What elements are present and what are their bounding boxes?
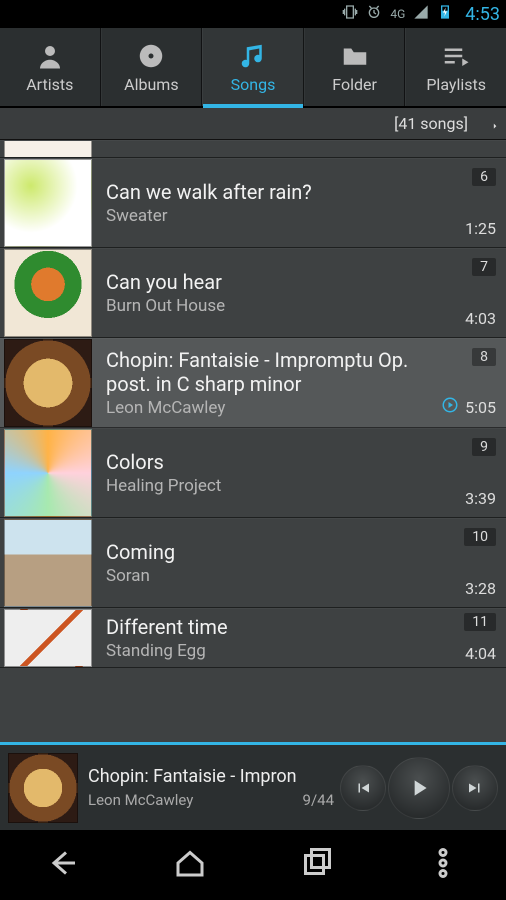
alarm-icon (366, 4, 382, 24)
list-item[interactable]: Different time Standing Egg 11 4:04 (0, 608, 506, 668)
album-art (4, 429, 92, 517)
recent-apps-button[interactable] (298, 845, 334, 885)
person-icon (35, 41, 65, 71)
playback-controls (340, 757, 498, 819)
songs-sub-header: [41 songs] (0, 108, 506, 140)
status-clock: 4:53 (465, 4, 500, 25)
android-nav-bar (0, 830, 506, 900)
folder-icon (340, 41, 370, 71)
song-artist: Soran (106, 566, 454, 586)
sort-options-icon[interactable] (478, 112, 498, 136)
menu-button[interactable] (425, 845, 461, 885)
song-duration: 4:03 (465, 309, 496, 328)
now-playing-bar[interactable]: Chopin: Fantaisie - Impron Leon McCawley… (0, 742, 506, 830)
previous-track-button[interactable] (340, 765, 386, 811)
now-playing-artist: Leon McCawley (88, 791, 193, 809)
album-art (4, 249, 92, 337)
tab-label: Folder (332, 75, 377, 94)
song-title: Chopin: Fantaisie - Impromptu Op. post. … (106, 348, 431, 396)
song-artist: Burn Out House (106, 296, 455, 316)
song-count-label: [41 songs] (394, 114, 468, 133)
playlist-icon (441, 41, 471, 71)
disc-icon (136, 41, 166, 71)
song-meta: 7 4:03 (465, 258, 496, 328)
list-item[interactable]: Coming Soran 10 3:28 (0, 518, 506, 608)
play-pause-button[interactable] (388, 757, 450, 819)
now-playing-info[interactable]: Chopin: Fantaisie - Impron Leon McCawley… (88, 766, 334, 809)
track-number-badge: 6 (472, 168, 496, 186)
back-button[interactable] (45, 845, 81, 885)
song-title: Can you hear (106, 270, 455, 294)
track-number-badge: 8 (472, 348, 496, 366)
tab-label: Songs (231, 75, 276, 94)
now-playing-position: 9/44 (303, 791, 334, 809)
album-art (4, 519, 92, 607)
signal-icon (413, 4, 429, 24)
song-info: Can we walk after rain? Sweater (106, 180, 455, 226)
song-duration: 1:25 (465, 219, 496, 238)
album-art (4, 339, 92, 427)
track-number-badge: 9 (472, 438, 496, 456)
song-artist: Leon McCawley (106, 398, 431, 418)
song-meta: 11 4:04 (464, 613, 496, 663)
tab-label: Playlists (426, 75, 486, 94)
list-item[interactable] (0, 140, 506, 158)
song-title: Coming (106, 540, 454, 564)
song-title: Different time (106, 615, 454, 639)
song-artist: Sweater (106, 206, 455, 226)
now-playing-title: Chopin: Fantaisie - Impron (88, 766, 334, 787)
next-track-button[interactable] (452, 765, 498, 811)
track-number-badge: 7 (472, 258, 496, 276)
home-button[interactable] (172, 845, 208, 885)
tab-artists[interactable]: Artists (0, 28, 101, 106)
song-duration: 3:28 (465, 579, 496, 598)
song-duration: 5:05 (441, 396, 496, 418)
tab-songs[interactable]: Songs (202, 28, 304, 106)
skip-next-icon (466, 779, 484, 797)
song-meta: 9 3:39 (465, 438, 496, 508)
vibrate-icon (342, 4, 358, 24)
song-duration: 4:04 (465, 644, 496, 663)
skip-previous-icon (354, 779, 372, 797)
song-meta: 8 5:05 (441, 348, 496, 418)
list-item[interactable]: Chopin: Fantaisie - Impromptu Op. post. … (0, 338, 506, 428)
song-duration: 3:39 (465, 489, 496, 508)
song-info: Coming Soran (106, 540, 454, 586)
song-title: Colors (106, 450, 455, 474)
album-art (4, 609, 92, 667)
song-info: Chopin: Fantaisie - Impromptu Op. post. … (106, 348, 431, 418)
tab-albums[interactable]: Albums (101, 28, 203, 106)
tab-playlists[interactable]: Playlists (405, 28, 506, 106)
album-art (4, 159, 92, 247)
tab-label: Artists (26, 75, 73, 94)
network-4g-label: 4G (390, 7, 405, 21)
now-playing-album-art[interactable] (8, 753, 78, 823)
song-artist: Healing Project (106, 476, 455, 496)
tab-folder[interactable]: Folder (304, 28, 406, 106)
album-art (4, 140, 92, 158)
song-artist: Standing Egg (106, 641, 454, 661)
tab-label: Albums (124, 75, 178, 94)
song-info: Colors Healing Project (106, 450, 455, 496)
list-item[interactable]: Can you hear Burn Out House 7 4:03 (0, 248, 506, 338)
tab-bar: Artists Albums Songs Folder Playlists (0, 28, 506, 108)
now-playing-indicator-icon (441, 396, 459, 418)
track-number-badge: 10 (464, 528, 496, 546)
song-info: Different time Standing Egg (106, 615, 454, 661)
list-item[interactable]: Can we walk after rain? Sweater 6 1:25 (0, 158, 506, 248)
play-icon (406, 775, 432, 801)
song-meta: 10 3:28 (464, 528, 496, 598)
track-number-badge: 11 (464, 613, 496, 631)
song-meta: 6 1:25 (465, 168, 496, 238)
song-list[interactable]: Can we walk after rain? Sweater 6 1:25 C… (0, 140, 506, 742)
list-item[interactable]: Colors Healing Project 9 3:39 (0, 428, 506, 518)
android-status-bar: 4G 4:53 (0, 0, 506, 28)
song-title: Can we walk after rain? (106, 180, 455, 204)
battery-charging-icon (437, 4, 453, 24)
song-info: Can you hear Burn Out House (106, 270, 455, 316)
music-note-icon (238, 41, 268, 71)
